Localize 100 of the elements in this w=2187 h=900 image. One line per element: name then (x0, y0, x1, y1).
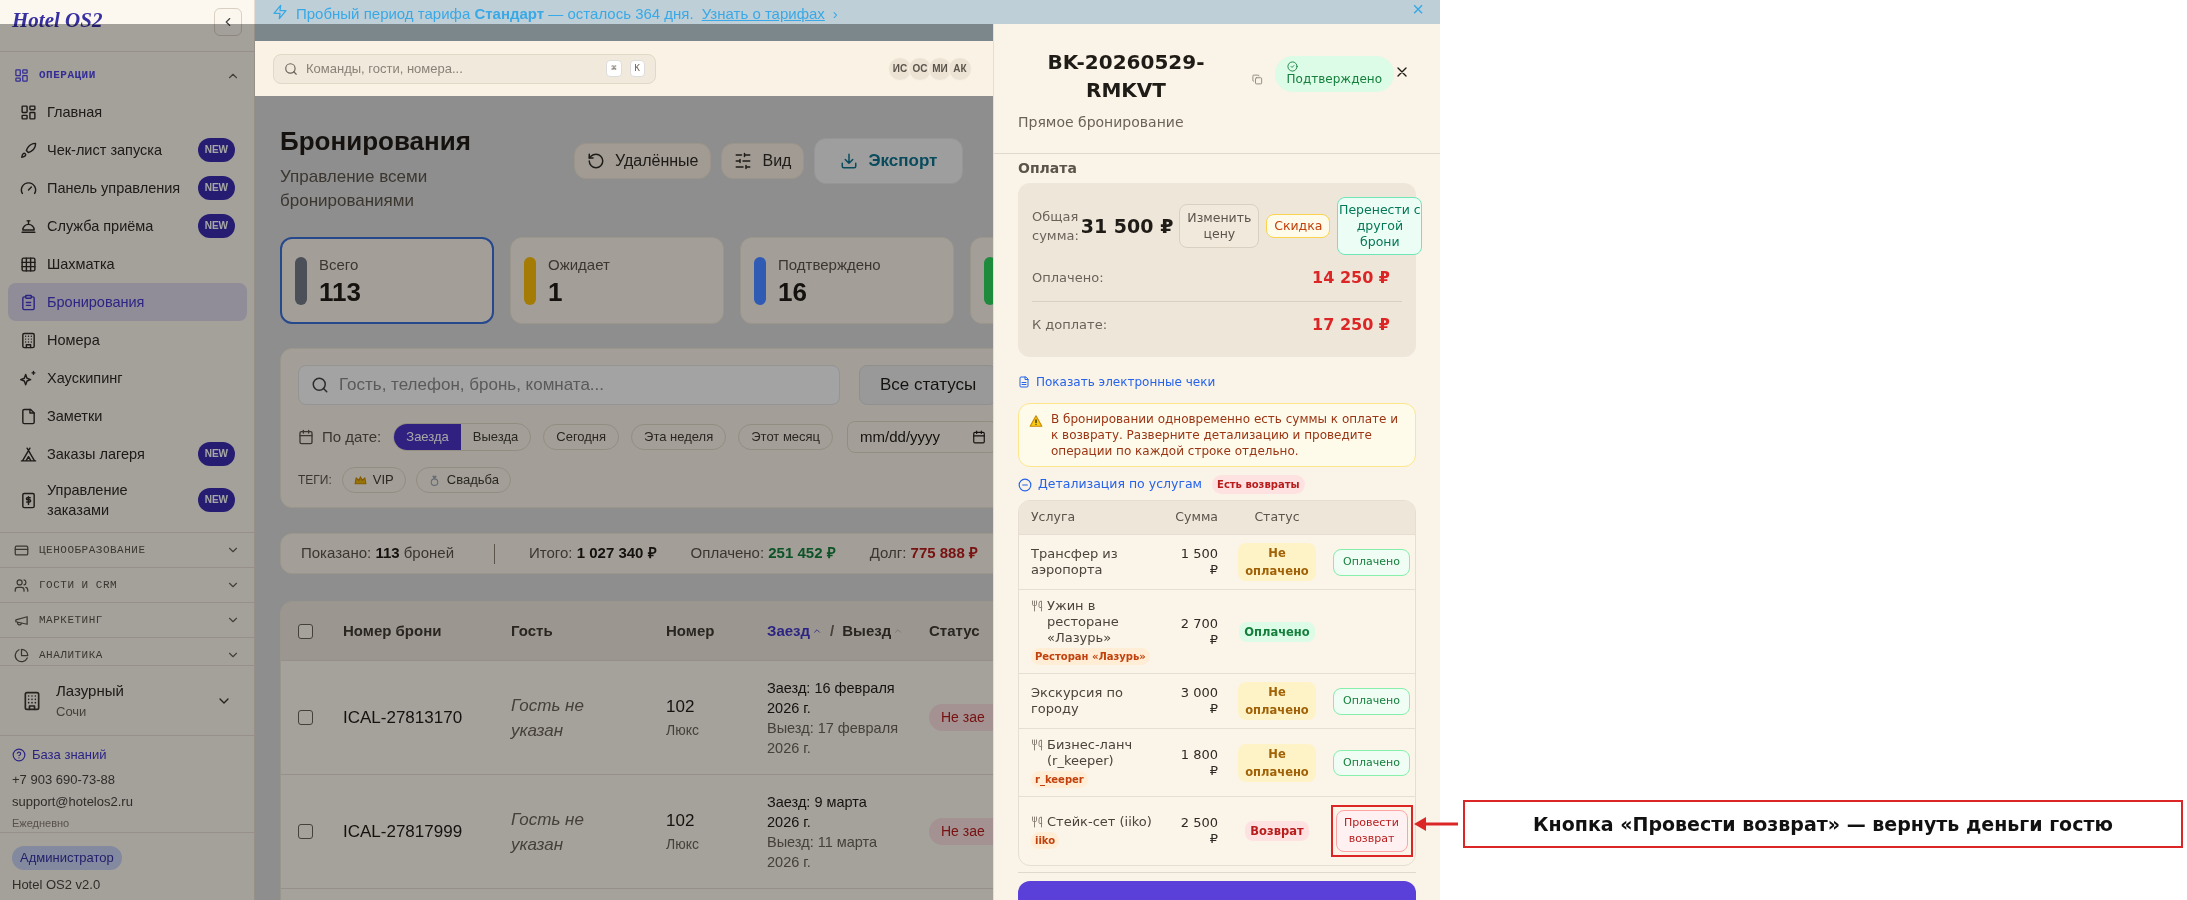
breakdown-toggle[interactable]: Детализация по услугам (1018, 475, 1203, 494)
trial-text: Пробный период тарифа Стандарт — осталось 364 дня. (296, 4, 694, 24)
checkout-date: Выезд: 17 февраля 2026 г. (767, 718, 899, 758)
sidebar-item[interactable]: Бронирования (8, 283, 247, 321)
property-name: Лазурный (56, 680, 124, 701)
booking-search-field[interactable]: Гость, телефон, бронь, комната... (298, 365, 840, 405)
toolbar-button[interactable]: Экспорт (814, 138, 964, 184)
callout-text: Кнопка «Провести возврат» — вернуть деньги гостю (1533, 811, 2113, 837)
section-header[interactable]: МАРКЕТИНГ (0, 602, 254, 637)
sort-header[interactable]: Заезд (767, 619, 823, 643)
mark-paid-button[interactable]: Оплачено (1333, 688, 1410, 715)
payment-line-label: К доплате: (1032, 315, 1108, 334)
toolbar-button[interactable]: Вид (721, 143, 805, 179)
new-badge: NEW (197, 214, 235, 238)
refund-button[interactable]: Провести возврат (1335, 810, 1408, 852)
summary-paid: Оплачено: 251 452 ₽ (690, 543, 836, 564)
sidebar-item[interactable]: Заказы лагеря NEW (8, 435, 247, 473)
sort-separator: / (830, 620, 835, 641)
sidebar-item[interactable]: Главная (8, 93, 247, 131)
payment-action-button[interactable]: Изменить цену (1179, 204, 1260, 248)
section-header[interactable]: ЦЕНООБРАЗОВАНИЕ (0, 532, 254, 567)
new-badge: NEW (197, 488, 235, 512)
property-selector[interactable]: Лазурный Сочи (0, 665, 254, 735)
room-type: Люкс (666, 720, 700, 740)
guest-name: Гость не указан (511, 694, 585, 742)
summary-debt: Долг: 775 888 ₽ (869, 543, 978, 564)
app-version: Hotel OS2 v2.0 (12, 875, 101, 894)
section-header[interactable]: ГОСТИ И CRM (0, 567, 254, 602)
sidebar-item[interactable]: Чек-лист запуска NEW (8, 131, 247, 169)
service-amount: 2 700 ₽ (1179, 615, 1218, 648)
column-header: Номер брони (343, 620, 442, 641)
payment-heading: Оплата (1018, 159, 1078, 178)
new-badge: NEW (197, 176, 235, 200)
sidebar-item[interactable]: Служба приёма NEW (8, 207, 247, 245)
user-avatar[interactable]: ИС (888, 56, 912, 81)
stat-label: Всего (319, 255, 360, 276)
service-name: Ужин в ресторане «Лазурь» (1047, 598, 1120, 646)
sort-header[interactable]: Выезд (842, 619, 904, 643)
section-header[interactable]: ОПЕРАЦИИ (0, 58, 254, 93)
receipts-link[interactable]: Показать электронные чеки (1036, 373, 1216, 391)
room-number: 102 (666, 810, 696, 833)
service-amount: 1 800 ₽ (1179, 746, 1218, 779)
payment-action-button[interactable]: Скидка (1266, 214, 1331, 238)
toolbar-button[interactable]: Удалённые (574, 143, 712, 179)
booking-search-input[interactable]: Гость, телефон, бронь, комната... (339, 372, 827, 398)
column-header: Статус (929, 620, 980, 641)
payment-status-badge: Не оплачено (1238, 682, 1316, 720)
payment-status-badge: Не оплачено (1238, 543, 1316, 581)
sidebar-item[interactable]: Хаускипинг (8, 359, 247, 397)
column-header: Гость (511, 620, 553, 641)
booking-id: ICAL-27817999 (343, 820, 464, 843)
service-name: Стейк-сет (iiko) (1047, 813, 1152, 830)
checkin-date: Заезд: 16 февраля 2026 г. (767, 678, 896, 718)
payment-line-value: 14 250 ₽ (1312, 267, 1390, 289)
date-mode-tab[interactable]: Заезда (394, 424, 461, 450)
payment-line-value: 17 250 ₽ (1312, 313, 1390, 336)
stat-value: 113 (319, 276, 361, 307)
sidebar-item[interactable]: Номера (8, 321, 247, 359)
user-avatar[interactable]: МИ (928, 56, 952, 81)
mark-paid-button[interactable]: Оплачено (1333, 549, 1410, 576)
checkout-date: Выезд: 11 марта 2026 г. (767, 832, 879, 872)
user-avatar[interactable]: ОС (908, 56, 932, 81)
booking-status-badge: Подтверждено (1274, 56, 1394, 92)
sidebar-item[interactable]: Управление заказами NEW (8, 473, 247, 527)
booking-id: ICAL-27813170 (343, 706, 464, 729)
sidebar-item[interactable]: Шахматка (8, 245, 247, 283)
page-title: Бронирования (280, 125, 472, 158)
stat-label: Подтверждено (778, 255, 881, 276)
shortcut-key: ⌘ (606, 59, 622, 78)
role-badge: Администратор (12, 846, 122, 870)
date-mode-tab[interactable]: Выезда (460, 424, 531, 450)
command-search-field[interactable]: Команды, гости, номера... ⌘ K (273, 53, 656, 84)
tags-label: ТЕГИ: (298, 472, 332, 489)
mark-paid-button[interactable]: Оплачено (1333, 749, 1410, 777)
date-filter-label: По дате: (322, 426, 382, 447)
checkin-date: Заезд: 9 марта 2026 г. (767, 792, 868, 832)
section-header[interactable]: АНАЛИТИКА (0, 637, 254, 665)
payment-status-badge: Не оплачено (1238, 743, 1316, 782)
column-header: Статус (1253, 508, 1301, 527)
pos-tag: r_keeper (1031, 771, 1088, 788)
payment-action-button[interactable]: Перенести с другой брони (1337, 197, 1423, 255)
support-phone: +7 903 690-73-88 (12, 770, 116, 789)
total-label: Общая сумма: (1032, 208, 1079, 245)
stat-label: Ожидает (548, 255, 610, 276)
shortcut-key: K (629, 59, 645, 78)
command-search-input[interactable]: Команды, гости, номера... (306, 58, 599, 79)
total-amount: 31 500 ₽ (1080, 213, 1174, 239)
service-name: Бизнес-ланч (r_keeper) (1047, 737, 1134, 769)
sidebar-item[interactable]: Панель управления NEW (8, 169, 247, 207)
column-header: Услуга (1030, 508, 1077, 527)
service-amount: 2 500 ₽ (1179, 815, 1218, 847)
summary-total: Итого: 1 027 340 ₽ (529, 543, 657, 564)
date-input[interactable]: mm/dd/yyyy (860, 425, 961, 449)
user-avatar[interactable]: АК (948, 56, 972, 81)
service-name: Трансфер из аэропорта (1031, 546, 1119, 578)
knowledge-base-link[interactable]: База знаний (32, 745, 107, 765)
room-type: Люкс (666, 834, 700, 854)
booking-number: BK-20260529-RMKVT (1046, 49, 1206, 104)
sidebar-item[interactable]: Заметки (8, 397, 247, 435)
support-email: support@hotelos2.ru (12, 793, 134, 811)
